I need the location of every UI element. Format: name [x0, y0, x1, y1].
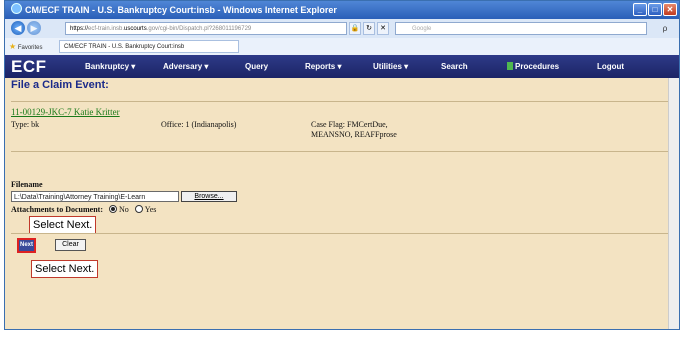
search-icon[interactable]: ρ	[655, 22, 675, 35]
window-controls: _ □ ✕	[633, 3, 677, 16]
menu-utilities[interactable]: Utilities ▾	[373, 55, 408, 78]
filename-label: Filename	[11, 180, 43, 189]
case-flags-line-1: Case Flag: FMCertDue,	[311, 120, 388, 129]
url-input[interactable]: https://ecf-train.insb.uscourts.gov/cgi-…	[65, 22, 347, 35]
lock-icon[interactable]: 🔒	[349, 22, 361, 35]
url-path: .gov/cgi-bin/Dispatch.pl?268011196729	[146, 26, 252, 32]
title-bar: CM/ECF TRAIN - U.S. Bankruptcy Court:ins…	[5, 1, 679, 19]
refresh-icon[interactable]: ↻	[363, 22, 375, 35]
case-flags: Case Flag: FMCertDue, MEANSNO, REAFFpros…	[311, 120, 397, 140]
back-arrow-icon[interactable]: ◀	[11, 21, 25, 35]
browser-tab[interactable]: CM/ECF TRAIN - U.S. Bankruptcy Court:ins…	[59, 40, 239, 53]
divider	[11, 101, 673, 102]
maximize-button[interactable]: □	[648, 3, 662, 16]
favorites-bar: ★ Favorites CM/ECF TRAIN - U.S. Bankrupt…	[5, 38, 679, 56]
forward-arrow-icon[interactable]: ▶	[27, 21, 41, 35]
menu-query[interactable]: Query	[245, 55, 268, 78]
ecf-menu-bar: ECF Bankruptcy ▾ Adversary ▾ Query Repor…	[5, 55, 679, 78]
attachments-label: Attachments to Document:	[11, 205, 103, 214]
scrollbar[interactable]	[668, 78, 679, 329]
attachments-row: Attachments to Document: No Yes	[11, 205, 156, 214]
address-icons: 🔒 ↻ ✕	[349, 22, 389, 35]
divider	[11, 233, 673, 234]
url-prefix: https://	[70, 26, 89, 32]
menu-bankruptcy[interactable]: Bankruptcy ▾	[85, 55, 135, 78]
menu-procedures[interactable]: Procedures	[507, 55, 559, 78]
minimize-button[interactable]: _	[633, 3, 647, 16]
window-title: CM/ECF TRAIN - U.S. Bankruptcy Court:ins…	[25, 5, 337, 15]
ie-logo-icon	[11, 3, 22, 14]
menu-logout[interactable]: Logout	[597, 55, 624, 78]
star-icon: ★	[9, 42, 17, 51]
attachments-no-radio[interactable]	[108, 205, 117, 213]
favorites-label: Favorites	[17, 45, 43, 51]
divider	[11, 151, 673, 152]
menu-search[interactable]: Search	[441, 55, 468, 78]
attachments-no-label: No	[118, 205, 129, 214]
case-link[interactable]: 11-00129-JKC-7 Katie Kritter	[11, 107, 120, 117]
clear-button[interactable]: Clear	[55, 239, 86, 251]
browser-window: CM/ECF TRAIN - U.S. Bankruptcy Court:ins…	[4, 0, 680, 330]
attachments-yes-radio[interactable]	[134, 205, 143, 213]
close-button[interactable]: ✕	[663, 3, 677, 16]
menu-reports[interactable]: Reports ▾	[305, 55, 341, 78]
filename-input[interactable]: L:\Data\Training\Attorney Training\E-Lea…	[11, 191, 179, 202]
callout-select-next-bottom: Select Next.	[31, 260, 99, 278]
url-host: ecf-train.insb.	[88, 26, 125, 32]
url-host-bold: uscourts	[124, 26, 147, 32]
callout-select-next-top: Select Next.	[29, 216, 97, 234]
case-flags-line-2: MEANSNO, REAFFprose	[311, 130, 397, 139]
next-button[interactable]: Next	[17, 238, 36, 253]
search-input[interactable]: Google	[395, 22, 647, 35]
ecf-logo[interactable]: ECF	[11, 56, 47, 77]
menu-procedures-label: Procedures	[515, 62, 560, 71]
page-title: File a Claim Event:	[11, 79, 109, 91]
browse-button[interactable]: Browse...	[181, 191, 237, 202]
menu-adversary[interactable]: Adversary ▾	[163, 55, 208, 78]
attachments-yes-label: Yes	[144, 205, 157, 214]
address-bar: ◀ ▶ https://ecf-train.insb.uscourts.gov/…	[5, 19, 679, 39]
case-office: Office: 1 (Indianapolis)	[161, 120, 237, 129]
case-type: Type: bk	[11, 120, 40, 129]
stop-icon[interactable]: ✕	[377, 22, 389, 35]
procedures-icon	[507, 62, 513, 70]
